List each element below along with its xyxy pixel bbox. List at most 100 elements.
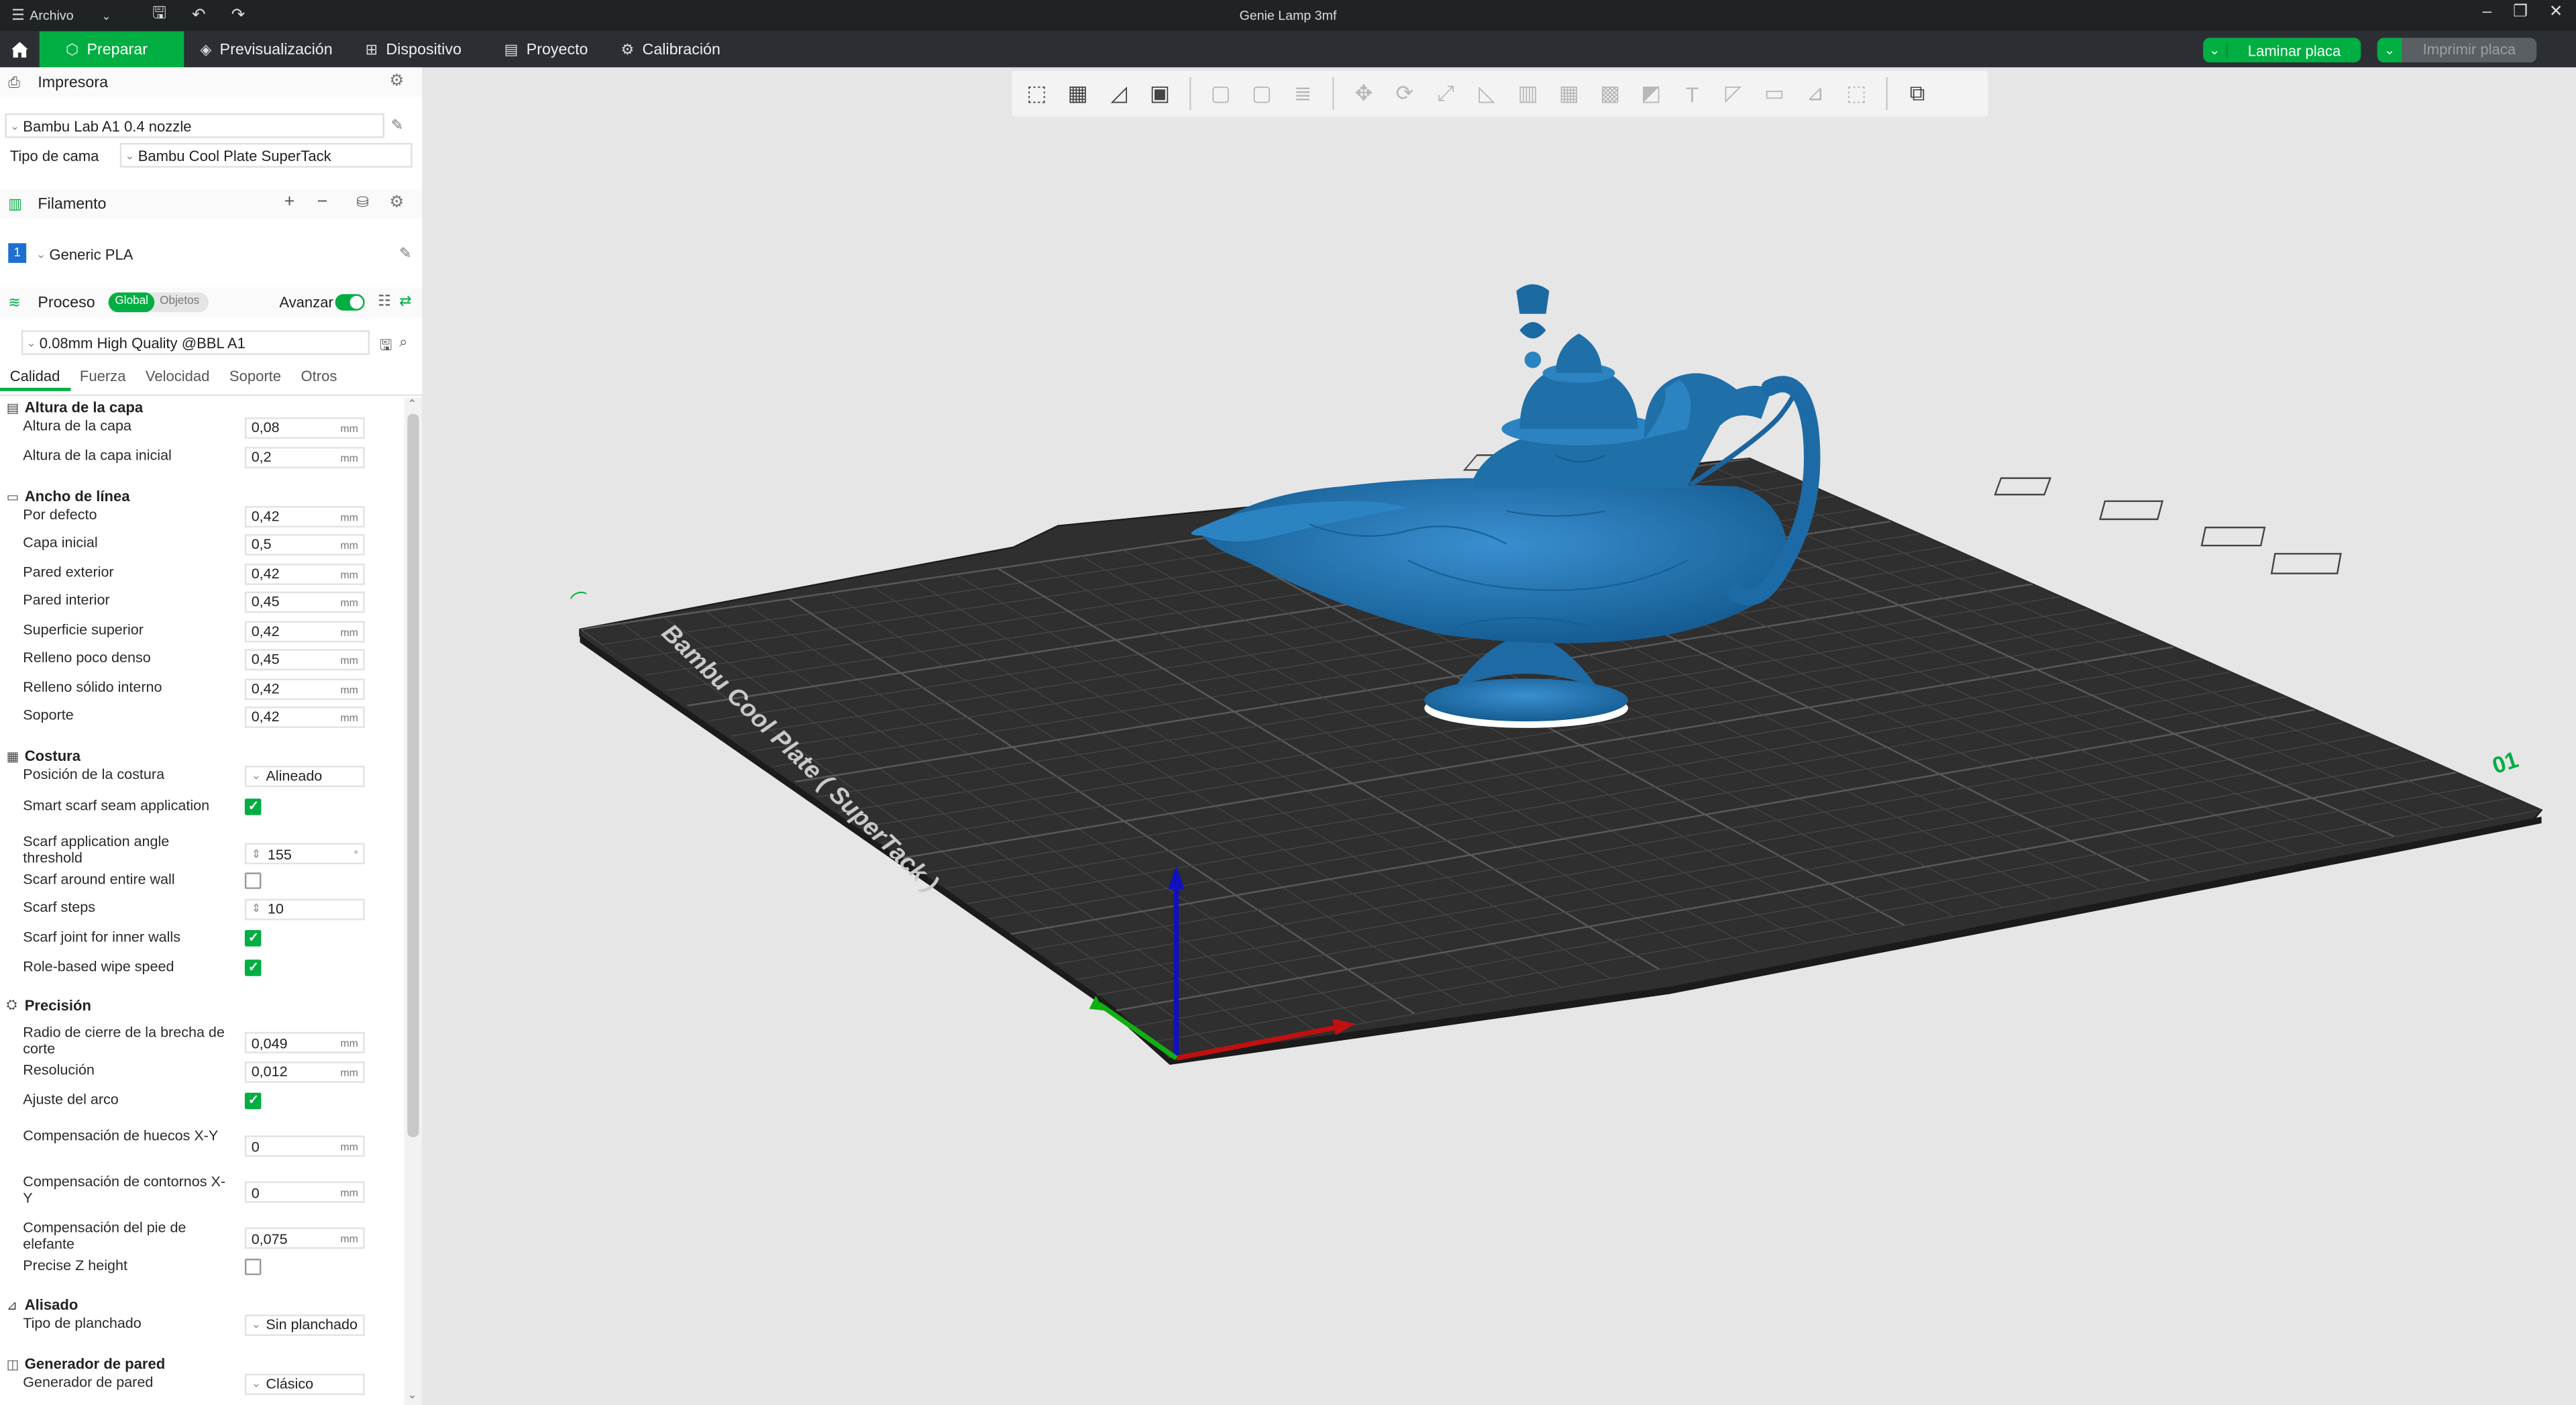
arrange-plate-icon[interactable] xyxy=(1994,477,2052,496)
advanced-switch[interactable] xyxy=(335,294,365,311)
global-objects-toggle[interactable]: Global Objetos xyxy=(108,292,209,313)
scarf-steps-stepper[interactable]: ⇕ 10 xyxy=(244,898,365,920)
process-preset-select[interactable]: ⌄ 0.08mm High Quality @BBL A1 xyxy=(21,330,370,355)
subtab-quality[interactable]: Calidad xyxy=(0,368,70,391)
role-based-wipe-checkbox[interactable] xyxy=(244,959,262,976)
precise-z-height-checkbox[interactable] xyxy=(244,1258,262,1276)
subtab-speed[interactable]: Velocidad xyxy=(136,368,219,391)
scarf-angle-stepper[interactable]: ⇕ 155 ° xyxy=(244,843,365,865)
resolution-input[interactable]: 0,012 mm xyxy=(244,1060,365,1082)
save-icon[interactable]: 🖫 xyxy=(145,1,174,30)
xy-contour-compensation-input[interactable]: 0 mm xyxy=(244,1181,365,1203)
arc-fitting-checkbox[interactable] xyxy=(244,1092,262,1110)
slice-gap-closing-input[interactable]: 0,049 mm xyxy=(244,1031,365,1053)
initial-layer-line-width-input[interactable]: 0,5 mm xyxy=(244,533,365,555)
scrollbar-thumb[interactable] xyxy=(407,414,419,1137)
edit-icon[interactable]: ✎ xyxy=(391,117,403,135)
home-button[interactable] xyxy=(0,32,40,68)
filament-settings-gear-icon[interactable]: ⚙ xyxy=(389,194,404,212)
close-icon[interactable]: ✕ xyxy=(2549,3,2563,21)
group-ironing: ⊿ Alisado xyxy=(6,1296,78,1313)
printer-preset-value: Bambu Lab A1 0.4 nozzle xyxy=(23,117,192,134)
hamburger-icon: ☰ xyxy=(11,6,25,23)
search-icon[interactable]: ⌕ xyxy=(399,333,407,352)
settings-panel: ⎙ Impresora ⚙ ⌄ Bambu Lab A1 0.4 nozzle … xyxy=(0,67,423,1405)
scroll-down-icon[interactable]: ⌄ xyxy=(407,1388,417,1402)
elephant-foot-input[interactable]: 0,075 mm xyxy=(244,1227,365,1249)
toggle-global[interactable]: Global xyxy=(108,292,155,313)
seam-icon: ▦ xyxy=(6,748,19,764)
seam-position-select[interactable]: ⌄ Alineado xyxy=(244,765,365,786)
group-precision: ⛭ Precisión xyxy=(6,997,91,1014)
save-preset-icon[interactable]: 🖫 xyxy=(380,333,392,360)
printer-settings-gear-icon[interactable]: ⚙ xyxy=(389,72,404,91)
filament-slot-badge[interactable]: 1 xyxy=(8,243,27,263)
tab-preview[interactable]: ◈ Previsualización xyxy=(184,32,349,68)
advanced-label: Avanzar xyxy=(279,294,333,311)
layer-height-input[interactable]: 0,08 mm xyxy=(244,416,365,438)
scroll-up-icon[interactable]: ⌃ xyxy=(407,398,417,411)
ironing-type-select[interactable]: ⌄ Sin planchado xyxy=(244,1313,365,1335)
xy-hole-compensation-input[interactable]: 0 mm xyxy=(244,1135,365,1157)
tab-prepare[interactable]: ⬡ Preparar xyxy=(39,31,184,68)
chevron-down-icon: ⌄ xyxy=(36,249,46,261)
inner-wall-input[interactable]: 0,45 mm xyxy=(244,590,365,613)
edit-icon[interactable]: ✎ xyxy=(399,245,411,263)
chevron-down-icon: ⌄ xyxy=(26,337,36,350)
restore-icon[interactable]: ❐ xyxy=(2513,3,2528,21)
print-plate-label: Imprimir placa xyxy=(2402,38,2537,63)
sparse-infill-input[interactable]: 0,45 mm xyxy=(244,648,365,670)
redo-icon[interactable]: ↷ xyxy=(223,7,253,25)
lock-plate-icon[interactable] xyxy=(2200,526,2266,547)
orient-plate-icon[interactable] xyxy=(2099,500,2164,521)
chevron-down-icon: ⌄ xyxy=(251,1378,262,1390)
printer-preset-select[interactable]: ⌄ Bambu Lab A1 0.4 nozzle xyxy=(5,113,385,138)
settings-scrollbar[interactable] xyxy=(404,397,423,1405)
filament-preset-select[interactable]: ⌄ Generic PLA xyxy=(32,242,391,266)
slice-plate-button[interactable]: ⌄ Laminar placa xyxy=(2203,38,2361,63)
filament-icon: ▥ xyxy=(8,195,23,211)
initial-layer-height-input[interactable]: 0,2 mm xyxy=(244,446,365,468)
bed-type-select[interactable]: ⌄ Bambu Cool Plate SuperTack xyxy=(119,143,413,168)
chevron-down-icon[interactable]: ⌄ xyxy=(2203,42,2228,58)
chevron-down-icon[interactable]: ⌄ xyxy=(2377,38,2402,63)
default-line-width-input[interactable]: 0,42 mm xyxy=(244,505,365,527)
stepper-icon[interactable]: ⇕ xyxy=(252,902,261,915)
3d-viewport[interactable]: ⬚ ▦ ◿ ▣ ▢ ▢ ≣ ✥ ⟳ ⤢ ◺ ▥ ▦ ▩ ◩ T ◸ ▭ ⊿ ⬚ ⧉ Bambu Cool Plate (… xyxy=(422,67,2576,1405)
outer-wall-input[interactable]: 0,42 mm xyxy=(244,562,365,584)
undo-icon[interactable]: ↶ xyxy=(184,7,213,25)
chevron-down-icon: ⌄ xyxy=(125,150,135,162)
filament-sync-icon[interactable]: ⛁ xyxy=(356,194,368,212)
plate-settings-icon[interactable] xyxy=(2270,553,2342,574)
compare-icon[interactable]: ⇄ xyxy=(399,293,411,311)
toggle-objects[interactable]: Objetos xyxy=(155,293,205,312)
print-plate-button[interactable]: ⌄ Imprimir placa xyxy=(2377,38,2537,63)
home-icon xyxy=(11,42,28,58)
top-surface-input[interactable]: 0,42 mm xyxy=(244,620,365,642)
remove-filament-icon[interactable]: − xyxy=(317,193,328,212)
internal-solid-infill-input[interactable]: 0,42 mm xyxy=(244,678,365,700)
wall-generator-select[interactable]: ⌄ Clásico xyxy=(244,1373,365,1394)
group-line-width: ▭ Ancho de línea xyxy=(6,488,130,505)
subtab-support[interactable]: Soporte xyxy=(219,368,291,391)
file-menu[interactable]: ☰ Archivo ⌄ xyxy=(0,7,128,25)
device-icon: ⊞ xyxy=(365,40,378,57)
support-line-width-input[interactable]: 0,42 mm xyxy=(244,705,365,727)
printer-section-header: ⎙ Impresora xyxy=(0,67,423,97)
process-preset-value: 0.08mm High Quality @BBL A1 xyxy=(39,334,246,351)
subtab-others[interactable]: Otros xyxy=(291,368,347,391)
stepper-icon[interactable]: ⇕ xyxy=(252,847,261,860)
minimize-icon[interactable]: – xyxy=(2483,3,2492,21)
project-icon: ▤ xyxy=(504,40,519,57)
tab-device[interactable]: ⊞ Dispositivo xyxy=(349,32,478,68)
tab-preview-label: Previsualización xyxy=(219,40,333,58)
scarf-entire-wall-checkbox[interactable] xyxy=(244,872,262,889)
tab-calibration[interactable]: ⚙ Calibración xyxy=(604,32,737,68)
tab-project[interactable]: ▤ Proyecto xyxy=(488,32,604,68)
list-view-icon[interactable]: ☷ xyxy=(378,293,391,311)
build-plate-scene[interactable]: Bambu Cool Plate ( SuperTack ) 01 ⌒ xyxy=(422,67,2576,1404)
scarf-inner-walls-checkbox[interactable] xyxy=(244,930,262,947)
add-filament-icon[interactable]: + xyxy=(284,193,295,212)
smart-scarf-checkbox[interactable] xyxy=(244,798,262,815)
subtab-strength[interactable]: Fuerza xyxy=(70,368,136,391)
